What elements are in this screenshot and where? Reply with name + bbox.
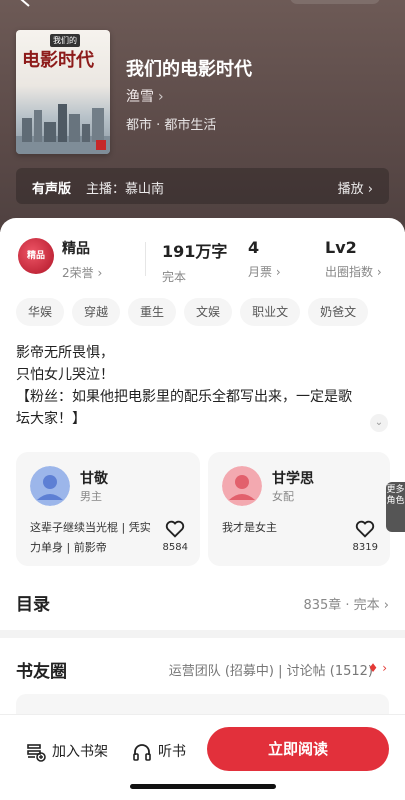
headphones-icon	[133, 744, 151, 761]
audio-host: 主播：慕山南	[86, 182, 165, 197]
stat-quality[interactable]: 精品 2荣誉 ›	[62, 238, 102, 281]
character-name: 甘敬	[80, 471, 108, 487]
cover-title: 电影时代	[22, 50, 94, 71]
tag-chip[interactable]: 华娱	[16, 298, 65, 326]
stat-tickets-value: 4	[248, 238, 260, 257]
author-name: 渔雪	[126, 89, 154, 105]
stat-words-value: 191万字	[162, 242, 228, 261]
play-button[interactable]: 播放 ›	[338, 178, 373, 197]
tag-chip[interactable]: 文娱	[184, 298, 233, 326]
tag-chip[interactable]: 重生	[128, 298, 177, 326]
chevron-right-icon: ›	[158, 89, 164, 105]
character-name: 甘学思	[272, 471, 314, 487]
stat-words-sub: 完本	[162, 270, 187, 284]
stat-level[interactable]: Lv2 出圈指数 ›	[325, 238, 382, 280]
add-to-shelf-button[interactable]: 加入书架	[26, 741, 108, 763]
stat-tickets[interactable]: 4 月票 ›	[248, 238, 281, 280]
like-count: 8584	[162, 542, 188, 553]
book-title: 我们的电影时代	[126, 59, 252, 80]
divider	[145, 242, 146, 276]
book-description: 影帝无所畏惧， 只怕女儿哭泣！ 【粉丝：如果他把电影里的配乐全都写出来，一定是歌…	[16, 342, 386, 430]
friends-meta: 运营团队 (招募中) | 讨论帖 (1512)	[168, 664, 373, 679]
listen-button[interactable]: 听书	[132, 741, 186, 763]
male-avatar-icon	[30, 466, 70, 506]
audio-label: 有声版	[32, 182, 72, 197]
stats-row: 精品 精品 2荣誉 › 191万字 完本 4 月票 › Lv2 出圈指数 ›	[0, 238, 405, 285]
author-link[interactable]: 渔雪 ›	[126, 86, 164, 106]
more-roles-tab[interactable]: 更多角色	[386, 482, 405, 532]
character-card[interactable]: 甘学思 女配 我才是女主 8319	[208, 452, 390, 566]
quality-badge-icon: 精品	[18, 238, 54, 274]
stat-words: 191万字 完本	[162, 238, 227, 285]
like-count: 8319	[352, 542, 378, 553]
female-avatar-icon	[222, 466, 262, 506]
friends-title: 书友圈	[16, 662, 67, 682]
book-friends-row[interactable]: 书友圈 运营团队 (招募中) | 讨论帖 (1512) ♦ ›	[16, 655, 389, 682]
read-now-button[interactable]: 立即阅读	[207, 727, 389, 771]
top-action-pill[interactable]	[290, 0, 380, 4]
table-of-contents-row[interactable]: 目录 835章 · 完本 ›	[16, 588, 389, 618]
stat-quality-value: 精品	[62, 241, 90, 257]
description-line: 只怕女儿哭泣！	[16, 367, 114, 383]
hero-header: 我们的 电影时代 我们的电影时代 渔雪 › 都市 · 都市生活 有声版 主播：慕山…	[0, 0, 405, 232]
character-card[interactable]: 甘敬 男主 这辈子继续当光棍 | 凭实力单身 | 前影帝 8584	[16, 452, 200, 566]
tag-list: 华娱 穿越 重生 文娱 职业文 奶爸文	[16, 298, 405, 328]
section-divider	[0, 630, 405, 638]
character-quote: 我才是女主	[222, 521, 277, 534]
description-line: 影帝无所畏惧，	[16, 345, 114, 361]
fire-icon: ♦ ›	[367, 661, 387, 675]
character-quote: 这辈子继续当光棍 | 凭实力单身 | 前影帝	[30, 521, 151, 554]
post-preview-card[interactable]	[16, 694, 389, 714]
stat-level-sub: 出圈指数 ›	[325, 265, 382, 279]
character-role: 女配	[272, 490, 294, 503]
tag-chip[interactable]: 职业文	[240, 298, 301, 326]
add-shelf-icon	[27, 744, 46, 762]
cover-stamp	[96, 140, 106, 150]
description-line: 【粉丝：如果他把电影里的配乐全都写出来，一定是歌	[16, 389, 352, 405]
heart-icon[interactable]	[354, 518, 376, 540]
stat-quality-sub: 2荣誉 ›	[62, 266, 103, 280]
toc-meta: 835章 · 完本 ›	[303, 598, 389, 613]
home-indicator	[130, 784, 276, 789]
stat-level-value: Lv2	[325, 238, 357, 257]
tag-chip[interactable]: 奶爸文	[308, 298, 369, 326]
tag-chip[interactable]: 穿越	[72, 298, 121, 326]
heart-icon[interactable]	[164, 518, 186, 540]
add-shelf-label: 加入书架	[52, 744, 108, 760]
expand-chevron-icon[interactable]: ⌄	[370, 414, 388, 432]
stat-tickets-sub: 月票 ›	[248, 265, 281, 279]
description-line: 坛大家！】	[16, 411, 86, 427]
back-arrow-icon[interactable]	[18, 0, 34, 8]
book-cover[interactable]: 我们的 电影时代	[16, 30, 110, 154]
toc-title: 目录	[16, 595, 50, 615]
audio-version-bar[interactable]: 有声版 主播：慕山南 播放 ›	[16, 168, 389, 204]
book-category: 都市 · 都市生活	[126, 118, 217, 133]
listen-label: 听书	[158, 744, 186, 760]
character-role: 男主	[80, 490, 102, 503]
